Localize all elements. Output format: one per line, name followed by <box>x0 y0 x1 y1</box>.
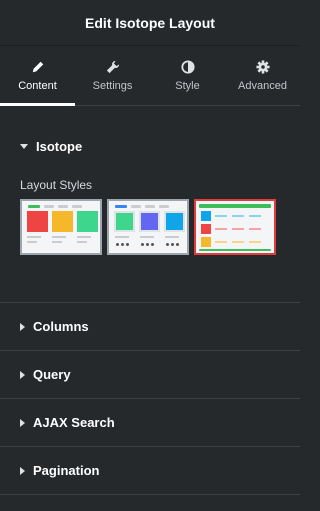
pencil-icon <box>32 61 43 72</box>
tab-label: Style <box>175 79 200 92</box>
caret-right-icon <box>20 322 25 331</box>
section-title: Columns <box>33 319 89 334</box>
panel-title: Edit Isotope Layout <box>85 14 215 31</box>
layout-style-table[interactable] <box>194 199 276 255</box>
section-title: AJAX Search <box>33 415 115 430</box>
section-query: Query <box>0 351 300 399</box>
section-header-columns[interactable]: Columns <box>0 303 300 350</box>
section-ajax-search: AJAX Search <box>0 399 300 447</box>
layout-style-card[interactable] <box>107 199 189 255</box>
section-header-query[interactable]: Query <box>0 351 300 398</box>
caret-down-icon <box>20 144 28 149</box>
caret-right-icon <box>20 466 25 475</box>
tab-content[interactable]: Content <box>0 46 75 106</box>
wrench-icon <box>106 60 119 73</box>
section-pagination: Pagination <box>0 447 300 495</box>
caret-right-icon <box>20 418 25 427</box>
tab-label: Advanced <box>238 79 287 92</box>
tab-label: Settings <box>92 79 133 92</box>
panel-header: Edit Isotope Layout <box>0 0 300 46</box>
section-isotope: Isotope Layout Styles <box>0 123 300 303</box>
tab-settings[interactable]: Settings <box>75 46 150 105</box>
section-header-ajax-search[interactable]: AJAX Search <box>0 399 300 446</box>
section-title: Isotope <box>36 139 83 154</box>
isotope-panel: Layout Styles <box>0 178 300 302</box>
layout-style-grid[interactable] <box>20 199 102 255</box>
tab-bar: Content Settings Style Advanced <box>0 46 300 106</box>
tab-advanced[interactable]: Advanced <box>225 46 300 105</box>
section-header-pagination[interactable]: Pagination <box>0 447 300 494</box>
tab-style[interactable]: Style <box>150 46 225 105</box>
layout-style-options <box>20 199 280 255</box>
layout-styles-label: Layout Styles <box>20 178 93 192</box>
section-columns: Columns <box>0 303 300 351</box>
tab-label: Content <box>18 79 57 92</box>
caret-right-icon <box>20 370 25 379</box>
section-title: Pagination <box>33 463 100 478</box>
contrast-icon <box>180 59 195 74</box>
gear-icon <box>255 59 270 74</box>
section-header-isotope[interactable]: Isotope <box>0 123 300 170</box>
section-title: Query <box>33 367 71 382</box>
